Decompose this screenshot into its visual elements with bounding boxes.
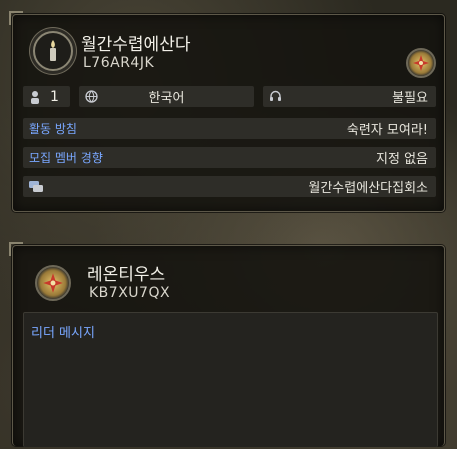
voice-chat-value: 불필요 [392, 91, 428, 106]
compass-star-icon [413, 55, 429, 71]
panel-corner-ornament [9, 242, 23, 256]
member-count: 1 [50, 88, 59, 105]
leader-name: 레온티우스 [87, 265, 166, 285]
member-tendency-value: 지정 없음 [376, 152, 428, 167]
guild-hall-row[interactable]: 월간수렵에산다집회소 [23, 176, 436, 197]
guild-emblem-icon [33, 31, 73, 71]
language-cell: 한국어 [79, 86, 254, 107]
chat-bubble-icon [29, 180, 43, 193]
activity-policy-label: 활동 방침 [29, 122, 77, 136]
language-value: 한국어 [148, 91, 185, 106]
member-tendency-label: 모집 멤버 경향 [29, 151, 103, 165]
compass-star-icon [43, 273, 63, 293]
activity-policy-row: 활동 방침 숙련자 모여라! [23, 118, 436, 139]
leader-message-box: 리더 메시지 [23, 312, 438, 447]
compass-emblem-icon[interactable] [406, 48, 436, 78]
headset-icon [269, 90, 282, 103]
candle-icon [50, 40, 56, 61]
guild-hall-name: 월간수렵에산다집회소 [308, 181, 428, 196]
leader-info-panel: 레온티우스 KB7XU7QX 리더 메시지 [9, 242, 445, 447]
activity-policy-value: 숙련자 모여라! [346, 123, 428, 138]
guild-info-panel: 월간수렵에산다 L76AR4JK 1 한국어 불필요 활동 방침 숙련자 모여라… [9, 11, 445, 212]
member-count-cell: 1 [23, 86, 70, 107]
leader-message-label: 리더 메시지 [31, 326, 95, 341]
voice-chat-cell: 불필요 [263, 86, 436, 107]
leader-code: KB7XU7QX [89, 285, 171, 301]
leader-emblem-icon [35, 265, 71, 301]
member-tendency-row: 모집 멤버 경향 지정 없음 [23, 147, 436, 168]
guild-code: L76AR4JK [83, 55, 155, 71]
person-icon [29, 90, 41, 104]
guild-name: 월간수렵에산다 [81, 35, 191, 55]
panel-corner-ornament [9, 11, 23, 25]
